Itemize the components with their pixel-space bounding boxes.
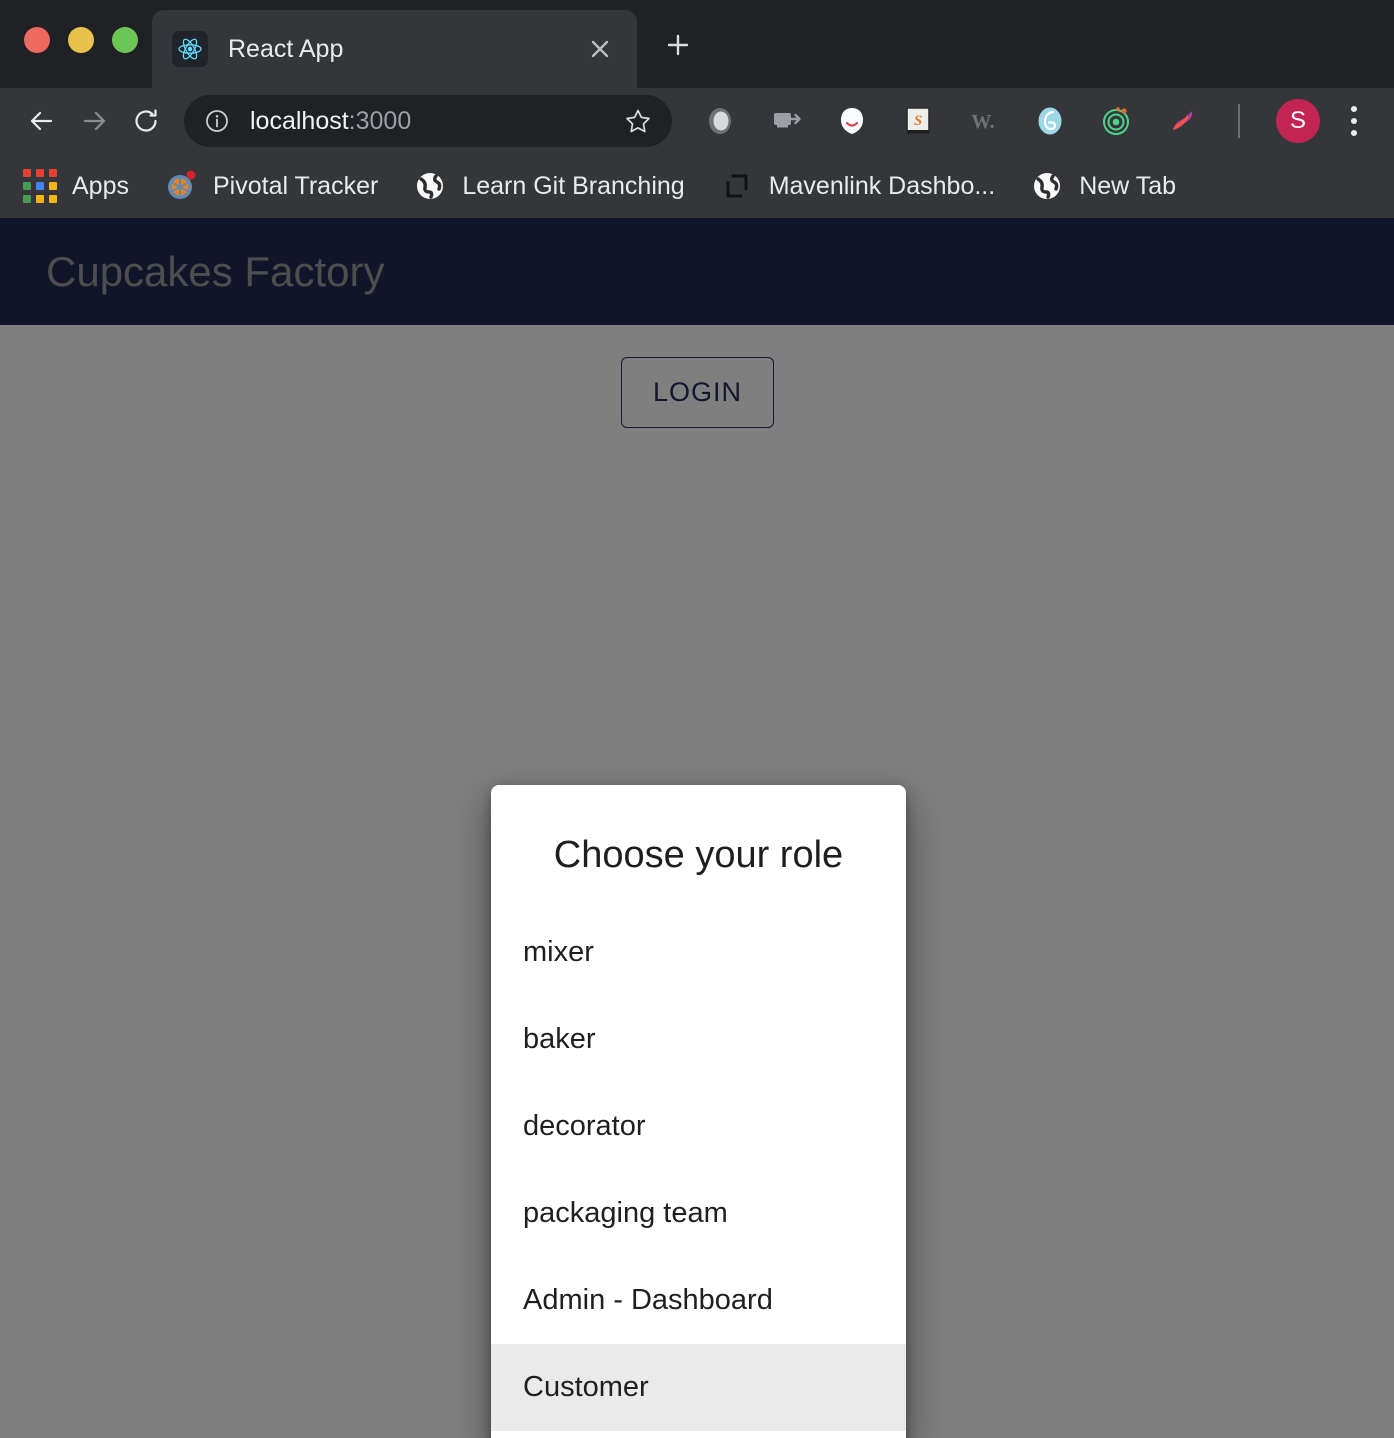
role-label: Customer [523, 1371, 649, 1403]
bookmark-star-icon[interactable] [622, 105, 654, 137]
new-tab-button[interactable] [655, 22, 701, 68]
evernote-extension-icon[interactable] [1030, 101, 1070, 141]
target-rings-extension-icon[interactable] [1096, 101, 1136, 141]
wikipedia-w-extension-icon[interactable]: W. [964, 101, 1004, 141]
url-host: localhost [250, 106, 349, 135]
role-label: mixer [523, 936, 594, 968]
role-option-packaging-team[interactable]: packaging team [491, 1170, 906, 1257]
grayscale-oval-extension-icon[interactable] [700, 101, 740, 141]
window-traffic-lights [24, 27, 138, 53]
bookmark-label: New Tab [1079, 171, 1177, 200]
bookmark-new-tab[interactable]: New Tab [1029, 168, 1176, 204]
extensions-tray: S W. S [700, 99, 1320, 143]
pivotal-tracker-icon [163, 168, 199, 204]
bookmark-apps[interactable]: Apps [22, 168, 129, 204]
kebab-menu-icon[interactable] [1334, 99, 1374, 143]
apps-grid-icon [22, 168, 58, 204]
dialog-title: Choose your role [553, 834, 844, 876]
toolbar-divider [1238, 104, 1240, 138]
url-text: localhost:3000 [250, 107, 622, 136]
choose-role-dialog: Choose your role mixer baker decorator p… [491, 785, 906, 1438]
role-label: baker [523, 1023, 596, 1055]
close-tab-icon[interactable] [583, 32, 617, 66]
bookmark-learn-git-branching[interactable]: Learn Git Branching [412, 168, 685, 204]
bookmark-label: Learn Git Branching [462, 171, 685, 200]
role-option-baker[interactable]: baker [491, 996, 906, 1083]
bracket-corners-icon [719, 168, 755, 204]
bookmark-pivotal-tracker[interactable]: Pivotal Tracker [163, 168, 378, 204]
bookmark-label: Apps [72, 171, 129, 200]
role-option-admin-dashboard[interactable]: Admin - Dashboard [491, 1257, 906, 1344]
role-label: Admin - Dashboard [523, 1284, 773, 1316]
page-viewport: Cupcakes Factory LOGIN Choose your role … [0, 218, 1394, 1438]
bookmark-mavenlink-dashboard[interactable]: Mavenlink Dashbo... [719, 168, 996, 204]
role-label: packaging team [523, 1197, 728, 1229]
role-label: decorator [523, 1110, 646, 1142]
minimize-window-button[interactable] [68, 27, 94, 53]
close-window-button[interactable] [24, 27, 50, 53]
svg-text:W.: W. [971, 111, 994, 133]
tab-title: React App [228, 34, 344, 63]
forward-arrow-icon[interactable] [68, 95, 120, 147]
ghost-chat-extension-icon[interactable] [832, 101, 872, 141]
globe-icon [412, 168, 448, 204]
browser-tab-react-app[interactable]: React App [152, 10, 637, 88]
react-logo-icon [172, 31, 208, 67]
address-bar[interactable]: localhost:3000 [184, 95, 672, 147]
role-option-customer[interactable]: Customer [491, 1344, 906, 1431]
info-circle-icon[interactable] [202, 106, 232, 136]
cast-screen-extension-icon[interactable] [766, 101, 806, 141]
browser-window: React App localhost:3000 S W. S Apps Piv… [0, 0, 1394, 1438]
bookmark-label: Mavenlink Dashbo... [768, 171, 996, 200]
back-arrow-icon[interactable] [16, 95, 68, 147]
tab-strip: React App [0, 0, 1394, 88]
reload-icon[interactable] [120, 95, 172, 147]
role-list: mixer baker decorator packaging team Adm… [491, 891, 906, 1431]
bookmark-label: Pivotal Tracker [212, 171, 379, 200]
profile-avatar[interactable]: S [1276, 99, 1320, 143]
bookmarks-bar: Apps Pivotal Tracker Learn Git Branching… [0, 154, 1394, 218]
sublime-book-extension-icon[interactable]: S [898, 101, 938, 141]
globe-icon [1029, 168, 1065, 204]
svg-text:S: S [914, 113, 922, 129]
maximize-window-button[interactable] [112, 27, 138, 53]
role-option-decorator[interactable]: decorator [491, 1083, 906, 1170]
url-port: :3000 [348, 106, 412, 135]
role-option-mixer[interactable]: mixer [491, 909, 906, 996]
bird-extension-icon[interactable] [1162, 101, 1202, 141]
browser-toolbar: localhost:3000 S W. S [0, 88, 1394, 154]
